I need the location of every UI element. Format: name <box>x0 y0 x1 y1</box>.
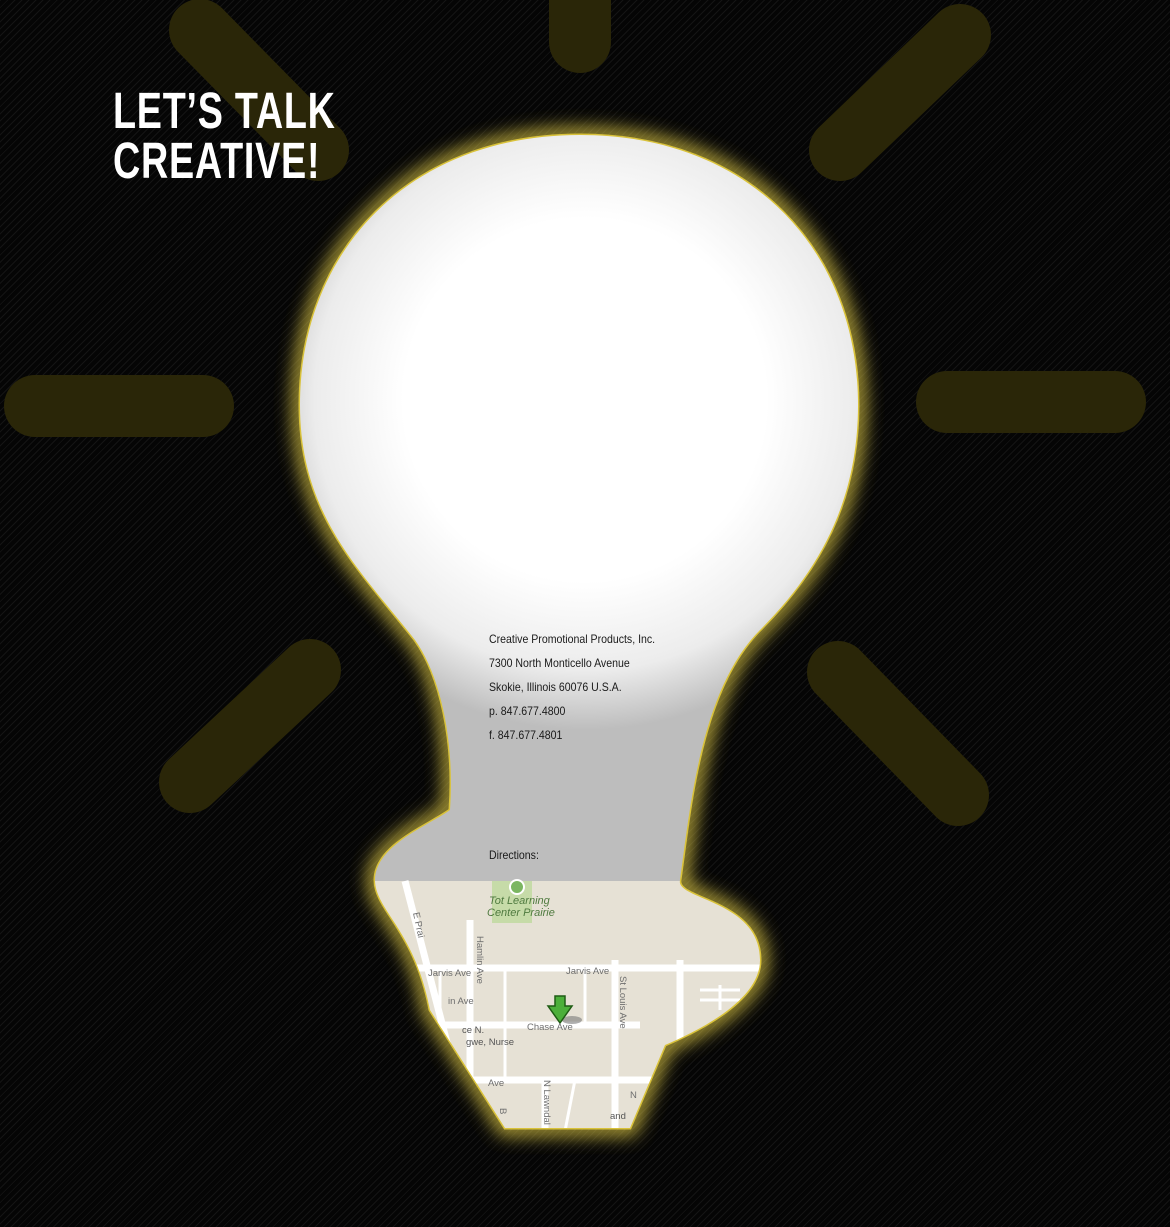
city-address: Skokie, Illinois 60076 U.S.A. <box>489 680 622 694</box>
poi-icon <box>509 879 525 895</box>
business-label-line1: ce N. <box>462 1025 484 1036</box>
street-st-louis-label: St Louis Ave <box>617 976 628 1029</box>
street-chase-label: Chase Ave <box>527 1022 573 1033</box>
street-address: 7300 North Monticello Avenue <box>489 656 630 670</box>
headline-line1: LET’S TALK <box>113 82 336 139</box>
street-lawndale-label: N Lawndal <box>541 1080 552 1125</box>
contact-info: Creative Promotional Products, Inc. 7300… <box>489 631 655 751</box>
street-hamlin-label: Hamlin Ave <box>474 936 485 984</box>
ray-bottom-right <box>807 641 989 826</box>
page-headline: LET’S TALK CREATIVE! <box>113 82 336 189</box>
map-fragment-and: and <box>610 1111 626 1122</box>
headline-line2: CREATIVE! <box>113 132 321 189</box>
poi-name-line1: Tot Learning <box>489 895 551 907</box>
directions-label: Directions: <box>489 848 539 862</box>
business-label-line2: gwe, Nurse <box>466 1037 514 1048</box>
street-chase-west-label: in Ave <box>448 996 474 1007</box>
ray-top-right <box>809 4 991 181</box>
street-touhy-label: Ave <box>488 1078 504 1089</box>
phone-number: p. 847.677.4800 <box>489 704 566 718</box>
ray-bottom-left <box>159 639 341 813</box>
fax-number: f. 847.677.4801 <box>489 728 563 742</box>
poi-name-line2: Center Prairie <box>487 907 555 919</box>
directions-map[interactable]: Tot Learning Center Prairie E Prai Hamli… <box>370 879 770 1131</box>
street-b-label: B <box>497 1108 508 1114</box>
street-jarvis-east-label: Jarvis Ave <box>566 966 609 977</box>
company-name: Creative Promotional Products, Inc. <box>489 632 656 646</box>
street-n-label: N <box>630 1090 637 1101</box>
street-jarvis-west-label: Jarvis Ave <box>428 968 471 979</box>
bulb-glass <box>300 135 858 882</box>
